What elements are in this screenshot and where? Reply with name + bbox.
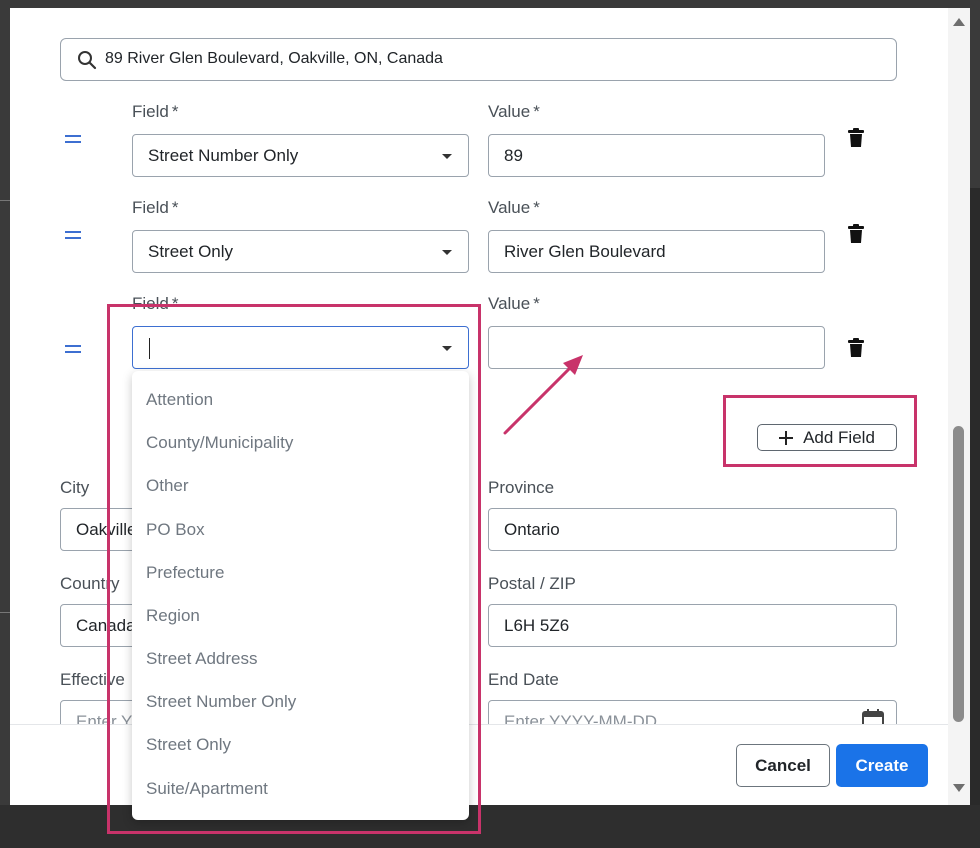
value-input[interactable]: 89 (488, 134, 825, 177)
required-mark: * (171, 102, 179, 121)
end-date-input[interactable]: Enter YYYY-MM-DD (488, 700, 897, 724)
trash-icon[interactable] (847, 128, 865, 148)
value-input-text: 89 (504, 146, 523, 165)
field-select[interactable]: Street Number Only (132, 134, 469, 177)
field-select-value: Street Number Only (148, 146, 299, 165)
end-date-placeholder: Enter YYYY-MM-DD (504, 712, 658, 724)
field-label: Field * (132, 198, 178, 218)
required-mark: * (171, 198, 179, 217)
caret-down-icon (442, 250, 452, 255)
field-label-text: Field (132, 198, 169, 217)
city-label: City (60, 478, 90, 497)
postal-label: Postal / ZIP (488, 574, 576, 593)
postal-input[interactable]: L6H 5Z6 (488, 604, 897, 647)
value-label: Value * (488, 198, 540, 218)
trash-icon[interactable] (847, 338, 865, 358)
drag-handle-icon[interactable] (63, 133, 83, 145)
field-label-text: Field (132, 102, 169, 121)
value-label-text: Value (488, 294, 531, 313)
value-input[interactable]: River Glen Boulevard (488, 230, 825, 273)
required-mark: * (533, 294, 540, 313)
search-icon (78, 51, 97, 70)
backdrop-right (970, 188, 980, 805)
annotation-highlight-dropdown (107, 304, 481, 834)
field-label: Field * (132, 102, 178, 122)
annotation-highlight-add-field (723, 395, 917, 467)
required-mark: * (533, 198, 540, 217)
calendar-icon[interactable] (862, 709, 884, 724)
cancel-button[interactable]: Cancel (736, 744, 830, 787)
scroll-up-arrow-icon[interactable] (953, 18, 965, 26)
value-input[interactable] (488, 326, 825, 369)
province-input[interactable]: Ontario (488, 508, 897, 551)
field-select-value: Street Only (148, 242, 234, 261)
end-date-label: End Date (488, 670, 559, 689)
caret-down-icon (442, 154, 452, 159)
postal-value: L6H 5Z6 (504, 616, 570, 635)
value-label: Value * (488, 102, 540, 122)
address-search-input[interactable]: 89 River Glen Boulevard, Oakville, ON, C… (60, 38, 897, 81)
province-label: Province (488, 478, 555, 497)
create-button[interactable]: Create (836, 744, 928, 787)
search-value: 89 River Glen Boulevard, Oakville, ON, C… (105, 50, 443, 67)
scroll-down-arrow-icon[interactable] (953, 784, 965, 792)
required-mark: * (533, 102, 540, 121)
drag-handle-icon[interactable] (63, 229, 83, 241)
value-input-text: River Glen Boulevard (504, 242, 666, 261)
backdrop-divider (0, 612, 10, 613)
scrollbar-thumb[interactable] (953, 426, 964, 722)
value-label-text: Value (488, 198, 531, 217)
province-value: Ontario (504, 520, 560, 539)
field-select[interactable]: Street Only (132, 230, 469, 273)
trash-icon[interactable] (847, 224, 865, 244)
drag-handle-icon[interactable] (63, 343, 83, 355)
value-label-text: Value (488, 102, 531, 121)
backdrop-divider (0, 200, 10, 201)
value-label: Value * (488, 294, 540, 314)
